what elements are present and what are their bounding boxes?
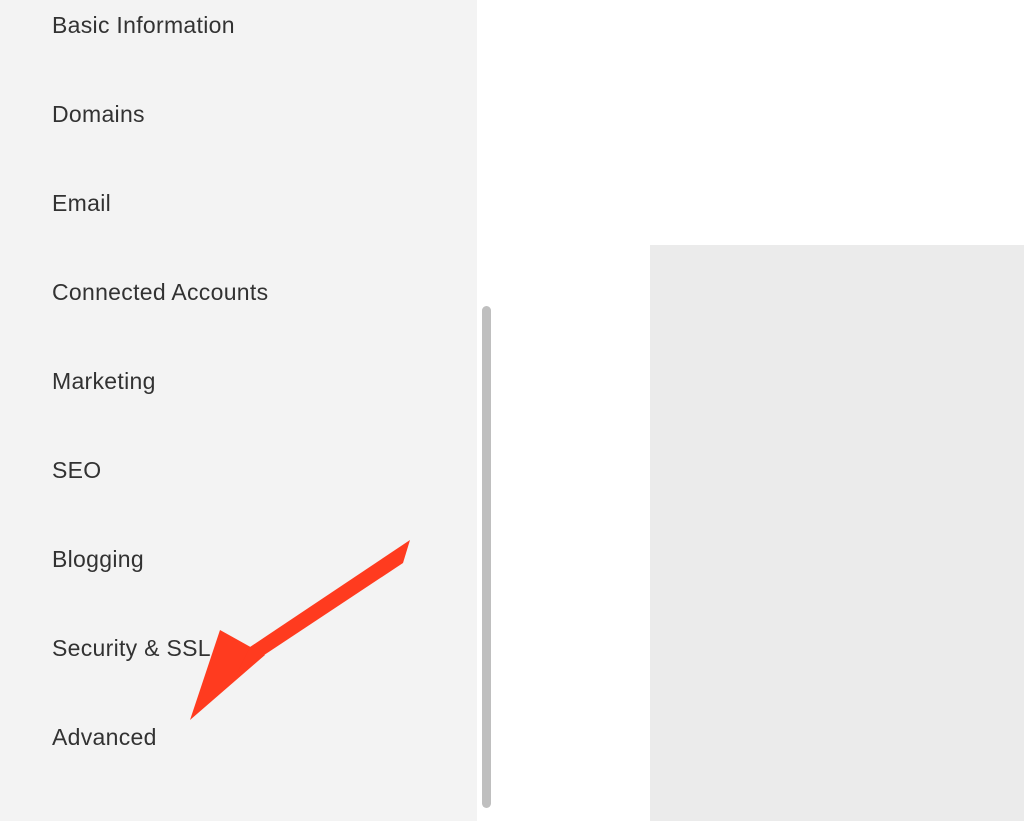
sidebar-item-marketing[interactable]: Marketing — [52, 368, 477, 395]
sidebar-item-email[interactable]: Email — [52, 190, 477, 217]
sidebar-scrollbar-thumb[interactable] — [482, 306, 491, 808]
sidebar-item-seo[interactable]: SEO — [52, 457, 477, 484]
sidebar-item-label: Connected Accounts — [52, 279, 268, 305]
sidebar-item-security-ssl[interactable]: Security & SSL — [52, 635, 477, 662]
sidebar-item-label: Blogging — [52, 546, 144, 572]
content-placeholder — [650, 245, 1024, 821]
sidebar-item-advanced[interactable]: Advanced — [52, 724, 477, 751]
sidebar-item-label: Domains — [52, 101, 145, 127]
sidebar-item-connected-accounts[interactable]: Connected Accounts — [52, 279, 477, 306]
sidebar-item-label: SEO — [52, 457, 101, 483]
sidebar-item-label: Basic Information — [52, 12, 235, 38]
sidebar-item-label: Email — [52, 190, 111, 216]
sidebar-item-label: Security & SSL — [52, 635, 211, 661]
sidebar-item-basic-information[interactable]: Basic Information — [52, 12, 477, 39]
sidebar-item-domains[interactable]: Domains — [52, 101, 477, 128]
sidebar-item-label: Advanced — [52, 724, 157, 750]
sidebar-item-label: Marketing — [52, 368, 156, 394]
sidebar-item-blogging[interactable]: Blogging — [52, 546, 477, 573]
settings-sidebar: Basic Information Domains Email Connecte… — [0, 0, 477, 821]
